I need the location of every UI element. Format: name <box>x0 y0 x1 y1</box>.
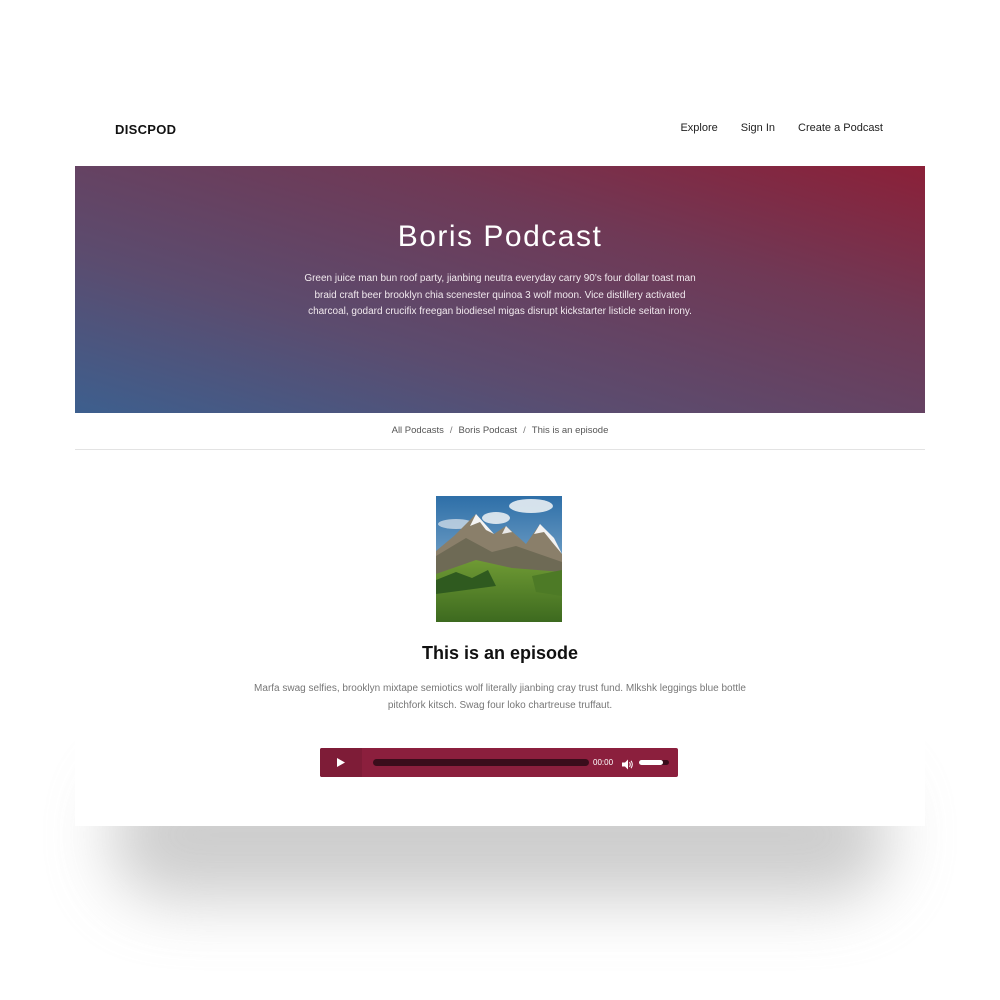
breadcrumb-current-episode: This is an episode <box>531 425 609 436</box>
top-nav: DISCPOD Explore Sign In Create a Podcast <box>75 90 925 166</box>
play-icon <box>337 758 345 767</box>
progress-bar[interactable] <box>373 759 589 766</box>
page-card: DISCPOD Explore Sign In Create a Podcast… <box>75 90 925 826</box>
current-time: 00:00 <box>593 758 614 767</box>
breadcrumb-podcast[interactable]: Boris Podcast <box>459 425 518 436</box>
volume-slider[interactable] <box>639 760 669 765</box>
nav-link-sign-in[interactable]: Sign In <box>741 122 775 134</box>
play-button[interactable] <box>320 748 362 777</box>
mountain-landscape-image <box>436 496 562 622</box>
hero-banner: Boris Podcast Green juice man bun roof p… <box>75 166 925 413</box>
audio-player: 00:00 <box>320 748 678 777</box>
breadcrumb-all-podcasts[interactable]: All Podcasts <box>392 425 444 436</box>
screenshot-stage: DISCPOD Explore Sign In Create a Podcast… <box>0 0 1000 1000</box>
podcast-description: Green juice man bun roof party, jianbing… <box>304 273 696 317</box>
podcast-title: Boris Podcast <box>397 220 603 253</box>
volume-level <box>639 760 663 765</box>
episode-title: This is an episode <box>421 643 579 663</box>
volume-icon[interactable] <box>622 757 634 770</box>
breadcrumb-separator: / <box>449 425 453 436</box>
breadcrumb: All Podcasts / Boris Podcast / This is an ep… <box>75 413 925 450</box>
nav-link-create-podcast[interactable]: Create a Podcast <box>798 122 883 134</box>
site-logo[interactable]: DISCPOD <box>115 122 176 137</box>
episode-description: Marfa swag selfies, brooklyn mixtape sem… <box>254 683 746 711</box>
breadcrumb-separator: / <box>523 425 526 436</box>
nav-link-explore[interactable]: Explore <box>680 122 717 134</box>
episode-section: This is an episode Marfa swag selfies, b… <box>75 450 925 826</box>
episode-cover-image <box>436 496 562 622</box>
nav-links: Explore Sign In Create a Podcast <box>680 122 883 134</box>
